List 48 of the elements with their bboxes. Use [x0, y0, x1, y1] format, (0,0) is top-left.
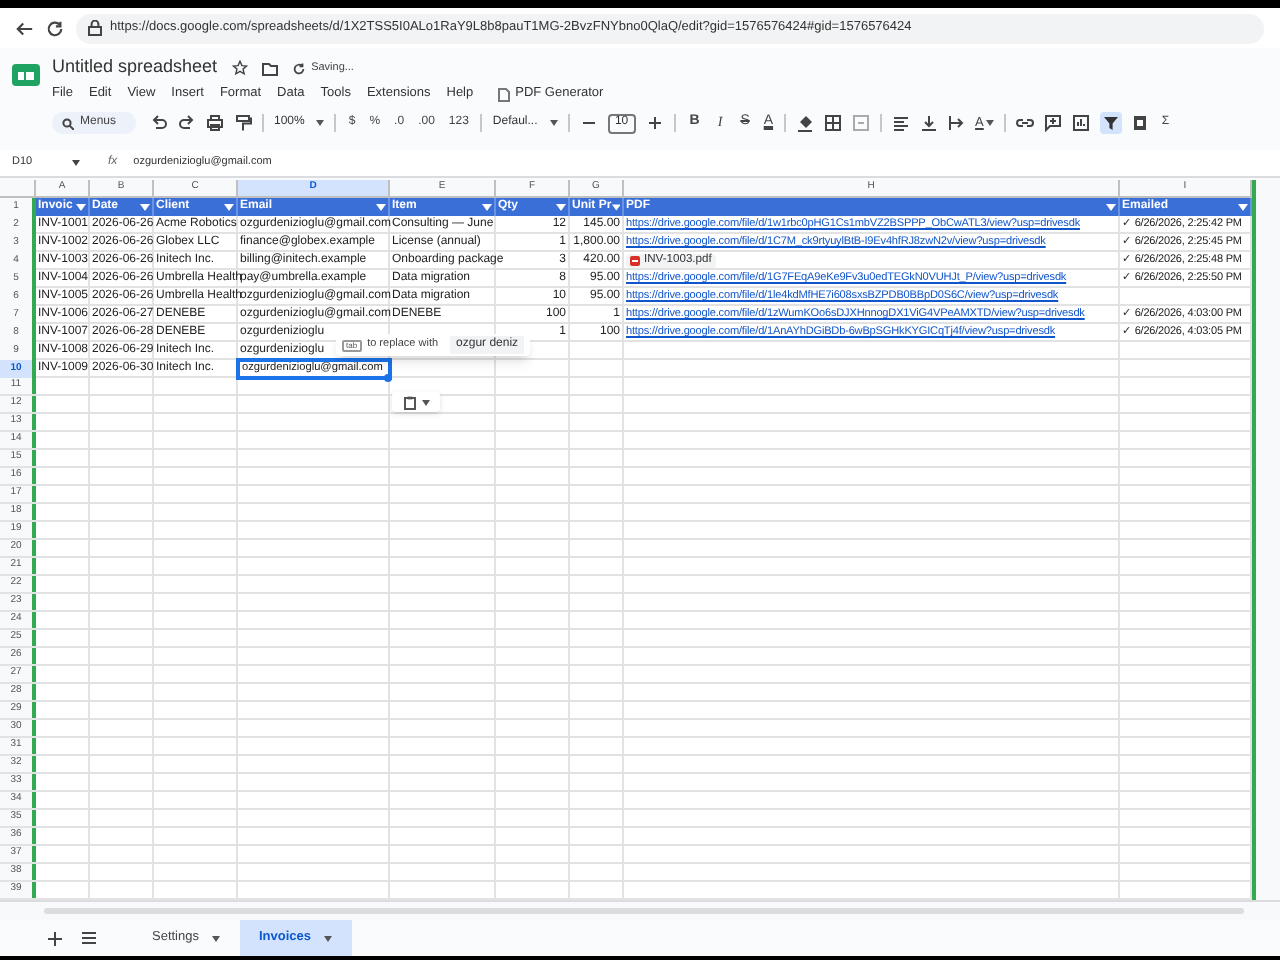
print-icon[interactable] [206, 114, 224, 132]
filter-views-icon[interactable] [1131, 114, 1150, 132]
fill-color-icon[interactable] [795, 114, 814, 132]
caret-icon [985, 120, 994, 126]
filter-icon[interactable] [140, 203, 150, 211]
undo-icon[interactable] [150, 114, 168, 132]
paste-options-button[interactable] [392, 392, 440, 412]
document-title[interactable]: Untitled spreadsheet [52, 54, 218, 82]
filter-icon[interactable] [482, 203, 492, 211]
vertical-align-icon[interactable] [919, 114, 938, 132]
caret-icon [421, 399, 429, 405]
search-icon [62, 117, 74, 129]
filter-icon[interactable] [611, 203, 620, 211]
back-icon[interactable] [16, 19, 34, 37]
add-sheet-icon[interactable] [48, 931, 62, 945]
paint-format-icon[interactable] [234, 114, 252, 132]
reload-icon[interactable] [46, 19, 64, 37]
align-icon[interactable] [891, 114, 910, 132]
sync-icon [291, 61, 306, 75]
comment-icon[interactable] [1043, 114, 1062, 132]
all-sheets-icon[interactable] [82, 932, 96, 944]
caret-icon [549, 120, 558, 126]
filter-icon[interactable] [376, 203, 386, 211]
filter-icon[interactable] [1106, 203, 1116, 211]
document-icon [497, 87, 510, 101]
caret-icon [72, 160, 80, 166]
filter-icon[interactable] [76, 203, 86, 211]
folder-icon[interactable] [261, 61, 278, 75]
filter-icon[interactable] [224, 203, 234, 211]
filter-icon [1101, 114, 1120, 132]
caret-icon [316, 120, 325, 126]
redo-icon[interactable] [178, 114, 196, 132]
filter-icon[interactable] [556, 203, 566, 211]
caret-icon [323, 935, 332, 941]
plus-icon[interactable] [645, 114, 664, 132]
text-wrap-icon[interactable] [947, 114, 966, 132]
filter-button[interactable] [1099, 112, 1122, 134]
pdf-file-icon [630, 256, 640, 266]
fill-handle[interactable] [384, 374, 392, 382]
spreadsheet-logo-icon[interactable] [12, 64, 40, 86]
clipboard-icon [403, 395, 415, 409]
lock-icon [88, 20, 102, 36]
star-icon[interactable] [231, 60, 248, 76]
filter-icon[interactable] [1238, 203, 1248, 211]
caret-icon [211, 935, 219, 941]
chart-icon[interactable] [1071, 114, 1090, 132]
link-icon[interactable] [1015, 114, 1034, 132]
borders-icon[interactable] [823, 114, 842, 132]
